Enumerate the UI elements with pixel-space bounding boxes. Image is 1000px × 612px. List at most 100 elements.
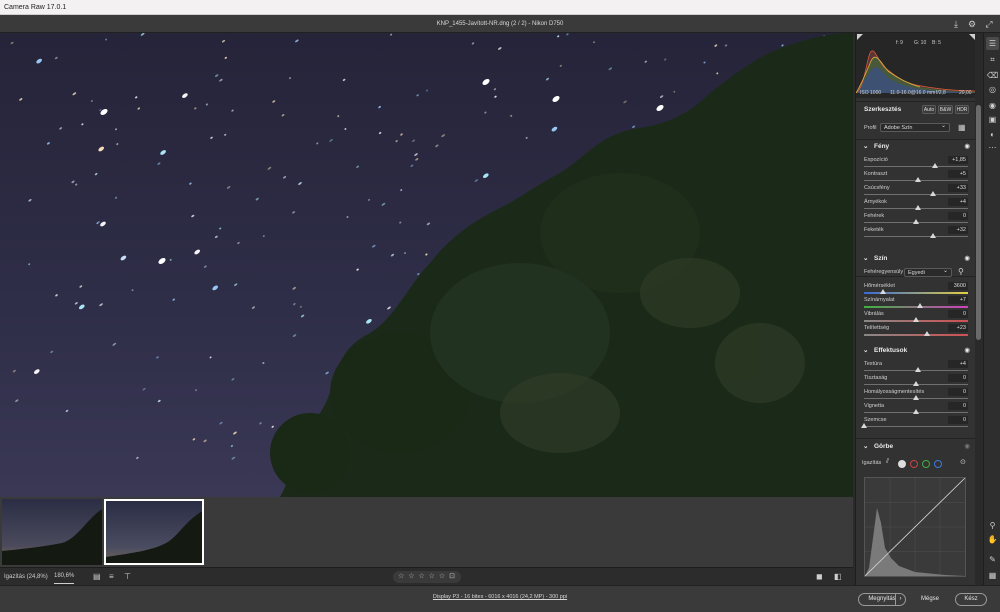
slider-track[interactable] [864, 306, 968, 308]
tone-curve-editor[interactable] [864, 477, 966, 577]
slider-value-field[interactable]: +4 [948, 360, 968, 368]
delete-flag-icon[interactable]: ⊡ [449, 573, 456, 580]
curve-channel-blue[interactable] [934, 460, 942, 468]
curve-channel-rgb[interactable] [898, 460, 906, 468]
cancel-button[interactable]: Mégse [912, 593, 948, 606]
bw-button[interactable]: B&W [938, 105, 953, 114]
hdr-button[interactable]: HDR [955, 105, 969, 114]
eye-icon[interactable]: ◉ [964, 142, 970, 150]
slider-row[interactable]: Szemcse 0 [856, 416, 975, 431]
eye-icon[interactable]: ◉ [964, 442, 970, 450]
before-after-icon[interactable]: ◧ [834, 568, 842, 586]
slider-row[interactable]: Homályosságmentesítés 0 [856, 388, 975, 403]
slider-handle[interactable] [913, 381, 919, 386]
color-sampler-icon[interactable]: ✎ [986, 553, 999, 566]
filmstrip-view-icon[interactable]: ▤ [93, 568, 101, 586]
slider-value-field[interactable]: 0 [948, 310, 968, 318]
section-color-header[interactable]: ⌄ Szín ◉ [856, 254, 975, 268]
slider-row[interactable]: Kontraszt +5 [856, 170, 975, 185]
slider-row[interactable]: Telítettség +23 [856, 324, 975, 339]
slider-track[interactable] [864, 166, 968, 167]
eraser-icon[interactable]: ⌫ [986, 69, 999, 82]
panel-scrollbar[interactable] [975, 33, 983, 585]
slider-value-field[interactable]: 0 [948, 212, 968, 220]
slider-row[interactable]: Árnyékok +4 [856, 198, 975, 213]
eye-icon[interactable]: ◉ [964, 254, 970, 262]
curve-channel-red[interactable] [910, 460, 918, 468]
fit-zoom-label[interactable]: Igazítás (24,8%) [4, 568, 48, 586]
section-light-header[interactable]: ⌄ Fény ◉ [856, 142, 975, 156]
auto-button[interactable]: Auto [922, 105, 936, 114]
section-curve-header[interactable]: ⌄ Görbe ◉ [856, 442, 975, 456]
slider-row[interactable]: Vibrálás 0 [856, 310, 975, 325]
white-balance-select[interactable]: Egyedi [904, 267, 952, 277]
slider-row[interactable]: Expozíció +1,85 [856, 156, 975, 171]
slider-handle[interactable] [917, 303, 924, 308]
profile-browser-icon[interactable]: ▦ [958, 123, 966, 132]
slider-handle[interactable] [915, 177, 922, 182]
image-preview[interactable] [0, 33, 853, 497]
parametric-curve-icon[interactable]: ⫽ [886, 458, 889, 466]
eye-icon[interactable]: ◉ [964, 346, 970, 354]
star-rating[interactable]: ☆ ☆ ☆ ☆ ☆ ⊡ [393, 571, 461, 583]
done-button[interactable]: Kész [955, 593, 987, 606]
scrollbar-thumb[interactable] [976, 105, 981, 340]
slider-value-field[interactable]: +7 [948, 296, 968, 304]
hand-icon[interactable]: ✋ [986, 533, 999, 546]
slider-value-field[interactable]: +23 [948, 324, 968, 332]
slider-handle[interactable] [924, 331, 931, 336]
slider-value-field[interactable]: 0 [948, 416, 968, 424]
zoom-level[interactable]: 180,6% [54, 569, 75, 584]
target-adjust-icon[interactable]: ⊙ [960, 458, 966, 466]
presets-icon[interactable]: ▣ [986, 113, 999, 126]
eyedropper-icon[interactable]: ⚲ [958, 267, 964, 276]
fullscreen-icon[interactable]: ⤢ [983, 18, 995, 30]
slider-handle[interactable] [915, 205, 922, 210]
filmstrip-thumbnail-1[interactable] [2, 499, 102, 565]
slider-row[interactable]: Feketék +32 [856, 226, 975, 241]
slider-track[interactable] [864, 194, 968, 195]
slider-handle[interactable] [913, 409, 919, 414]
slider-value-field[interactable]: +32 [948, 226, 968, 234]
profile-select[interactable]: Adobe Szín [880, 122, 950, 132]
more-icon[interactable]: ⋯ [986, 141, 999, 154]
slider-row[interactable]: Textúra +4 [856, 360, 975, 375]
single-view-icon[interactable]: ◼ [816, 568, 823, 586]
snapshots-icon[interactable]: ◐ [986, 128, 999, 141]
save-icon[interactable]: ⤓ [950, 18, 962, 30]
slider-handle[interactable] [915, 367, 922, 372]
grid-icon[interactable]: ▦ [986, 569, 999, 582]
mask-icon[interactable]: ◎ [986, 83, 999, 96]
slider-handle[interactable] [931, 163, 938, 168]
slider-value-field[interactable]: +33 [948, 184, 968, 192]
slider-handle[interactable] [879, 289, 886, 294]
slider-track[interactable] [864, 426, 968, 427]
curve-channel-green[interactable] [922, 460, 930, 468]
slider-value-field[interactable]: 0 [948, 388, 968, 396]
slider-handle[interactable] [913, 395, 919, 400]
rating-stars[interactable]: ☆ ☆ ☆ ☆ ☆ [398, 573, 446, 580]
open-button[interactable]: Megnyitás › [858, 593, 906, 606]
slider-handle[interactable] [913, 317, 919, 322]
zoom-icon[interactable]: ⚲ [986, 519, 999, 532]
workflow-options-link[interactable]: Display P3 - 16 bites - 6016 x 4016 (24,… [0, 594, 1000, 600]
slider-value-field[interactable]: 0 [948, 402, 968, 410]
chevron-right-icon[interactable]: › [895, 594, 905, 605]
slider-row[interactable]: Fehérek 0 [856, 212, 975, 227]
slider-row[interactable]: Vignetta 0 [856, 402, 975, 417]
filmstrip-thumbnail-2-selected[interactable] [104, 499, 204, 565]
slider-row[interactable]: Hőmérséklet 3600 [856, 282, 975, 297]
redeye-icon[interactable]: ◉ [986, 99, 999, 112]
edit-sliders-icon[interactable]: ☰ [986, 37, 999, 50]
slider-value-field[interactable]: 0 [948, 374, 968, 382]
slider-handle[interactable] [861, 423, 867, 428]
sort-icon[interactable]: ≡ [109, 568, 114, 586]
slider-row[interactable]: Színárnyalat +7 [856, 296, 975, 311]
slider-row[interactable]: Csúcsfény +33 [856, 184, 975, 199]
slider-track[interactable] [864, 334, 968, 336]
slider-handle[interactable] [929, 191, 936, 196]
slider-value-field[interactable]: +4 [948, 198, 968, 206]
slider-track[interactable] [864, 236, 968, 237]
slider-value-field[interactable]: +1,85 [948, 156, 968, 164]
slider-handle[interactable] [929, 233, 936, 238]
